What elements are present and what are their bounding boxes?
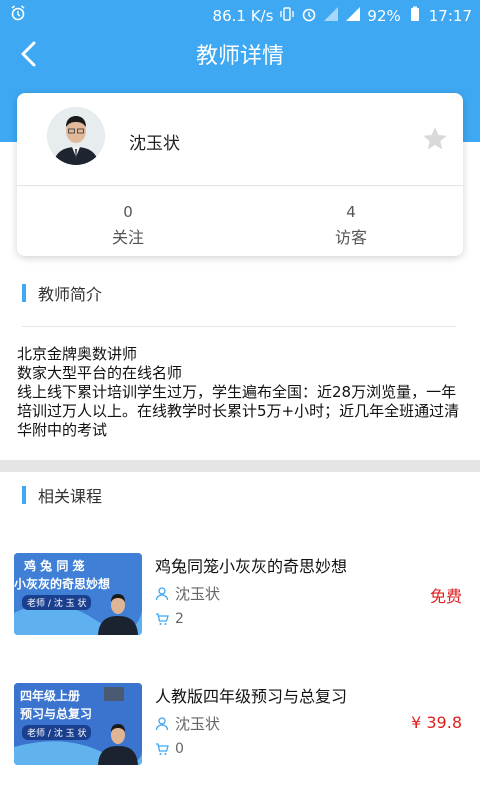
thumbnail-subtitle: 预习与总复习 — [20, 707, 93, 721]
teacher-name: 沈玉状 — [129, 134, 180, 154]
teacher-card: 沈玉状 0 关注 4 访客 — [17, 93, 463, 256]
person-icon — [155, 586, 169, 600]
alarm-clock-icon — [301, 6, 317, 26]
courses-section-title: 相关课程 — [38, 487, 103, 506]
clock-time: 17:17 — [428, 7, 472, 25]
battery-percent: 92% — [367, 7, 401, 25]
course-item[interactable]: 鸡 兔 同 笼 小灰灰的奇思妙想 老师 / 沈 玉 状 鸡兔同笼小灰灰的奇思妙想… — [0, 553, 480, 643]
nav-bar: 教师详情 — [0, 30, 480, 76]
battery-icon — [407, 6, 423, 26]
course-item[interactable]: 四年级上册 预习与总复习 老师 / 沈 玉 状 人教版四年级预习与总复习 沈玉状… — [0, 683, 480, 773]
intro-section-title: 教师简介 — [38, 285, 103, 304]
teacher-avatar[interactable] — [47, 107, 105, 165]
course-sales: 2 — [155, 611, 184, 627]
thumbnail-subtitle: 小灰灰的奇思妙想 — [14, 577, 111, 591]
course-title: 鸡兔同笼小灰灰的奇思妙想 — [155, 557, 348, 576]
course-thumbnail: 鸡 兔 同 笼 小灰灰的奇思妙想 老师 / 沈 玉 状 — [14, 553, 142, 635]
course-teacher-name: 沈玉状 — [175, 715, 221, 733]
course-sales: 0 — [155, 741, 184, 757]
vibrate-icon — [279, 6, 295, 26]
cellular-signal-icon — [323, 6, 339, 26]
page-title: 教师详情 — [195, 44, 284, 69]
thumbnail-title: 鸡 兔 同 笼 — [24, 559, 85, 573]
thumbnail-teacher-tag: 老师 / 沈 玉 状 — [22, 725, 92, 740]
intro-section-header: 教师简介 — [22, 283, 103, 304]
follow-stat[interactable]: 0 关注 — [68, 203, 188, 248]
card-divider — [17, 185, 463, 186]
course-sales-count: 2 — [175, 611, 184, 627]
intro-line: 数家大型平台的在线名师 — [17, 364, 183, 382]
course-teacher: 沈玉状 — [155, 713, 220, 734]
avatar-portrait-icon — [47, 107, 105, 165]
alarm-clock-icon — [10, 5, 26, 25]
course-price: ¥ 39.8 — [411, 713, 462, 732]
cart-icon — [156, 613, 169, 625]
course-teacher-name: 沈玉状 — [175, 585, 221, 603]
intro-line: 北京金牌奥数讲师 — [17, 345, 138, 363]
section-accent-bar — [22, 486, 26, 504]
thumbnail-title: 四年级上册 — [20, 689, 81, 703]
visitor-count: 4 — [346, 203, 356, 221]
thumbnail-teacher-tag: 老师 / 沈 玉 状 — [22, 595, 92, 610]
course-price: 免费 — [429, 587, 462, 606]
courses-section-header: 相关课程 — [22, 485, 103, 506]
cellular-signal-icon — [345, 6, 361, 26]
star-icon — [423, 127, 447, 150]
network-speed: 86.1 K/s — [212, 7, 274, 25]
follow-label: 关注 — [111, 228, 144, 247]
course-title: 人教版四年级预习与总复习 — [155, 687, 348, 706]
course-teacher: 沈玉状 — [155, 583, 220, 604]
status-bar: 86.1 K/s 92% 17:17 — [0, 0, 480, 30]
follow-count: 0 — [123, 203, 133, 221]
cart-icon — [156, 743, 169, 755]
section-separator — [0, 460, 480, 472]
intro-line: 线上线下累计培训学生过万，学生遍布全国：近28万浏览量，一年培训过万人以上。在线… — [17, 383, 460, 439]
visitor-stat[interactable]: 4 访客 — [291, 203, 411, 248]
favorite-button[interactable] — [421, 125, 449, 153]
section-accent-bar — [22, 284, 26, 302]
course-thumbnail: 四年级上册 预习与总复习 老师 / 沈 玉 状 — [14, 683, 142, 765]
intro-divider — [22, 326, 456, 327]
course-sales-count: 0 — [175, 741, 184, 757]
person-icon — [155, 716, 169, 730]
teacher-intro-text: 北京金牌奥数讲师 数家大型平台的在线名师 线上线下累计培训学生过万，学生遍布全国… — [17, 345, 465, 440]
visitor-label: 访客 — [334, 228, 367, 247]
